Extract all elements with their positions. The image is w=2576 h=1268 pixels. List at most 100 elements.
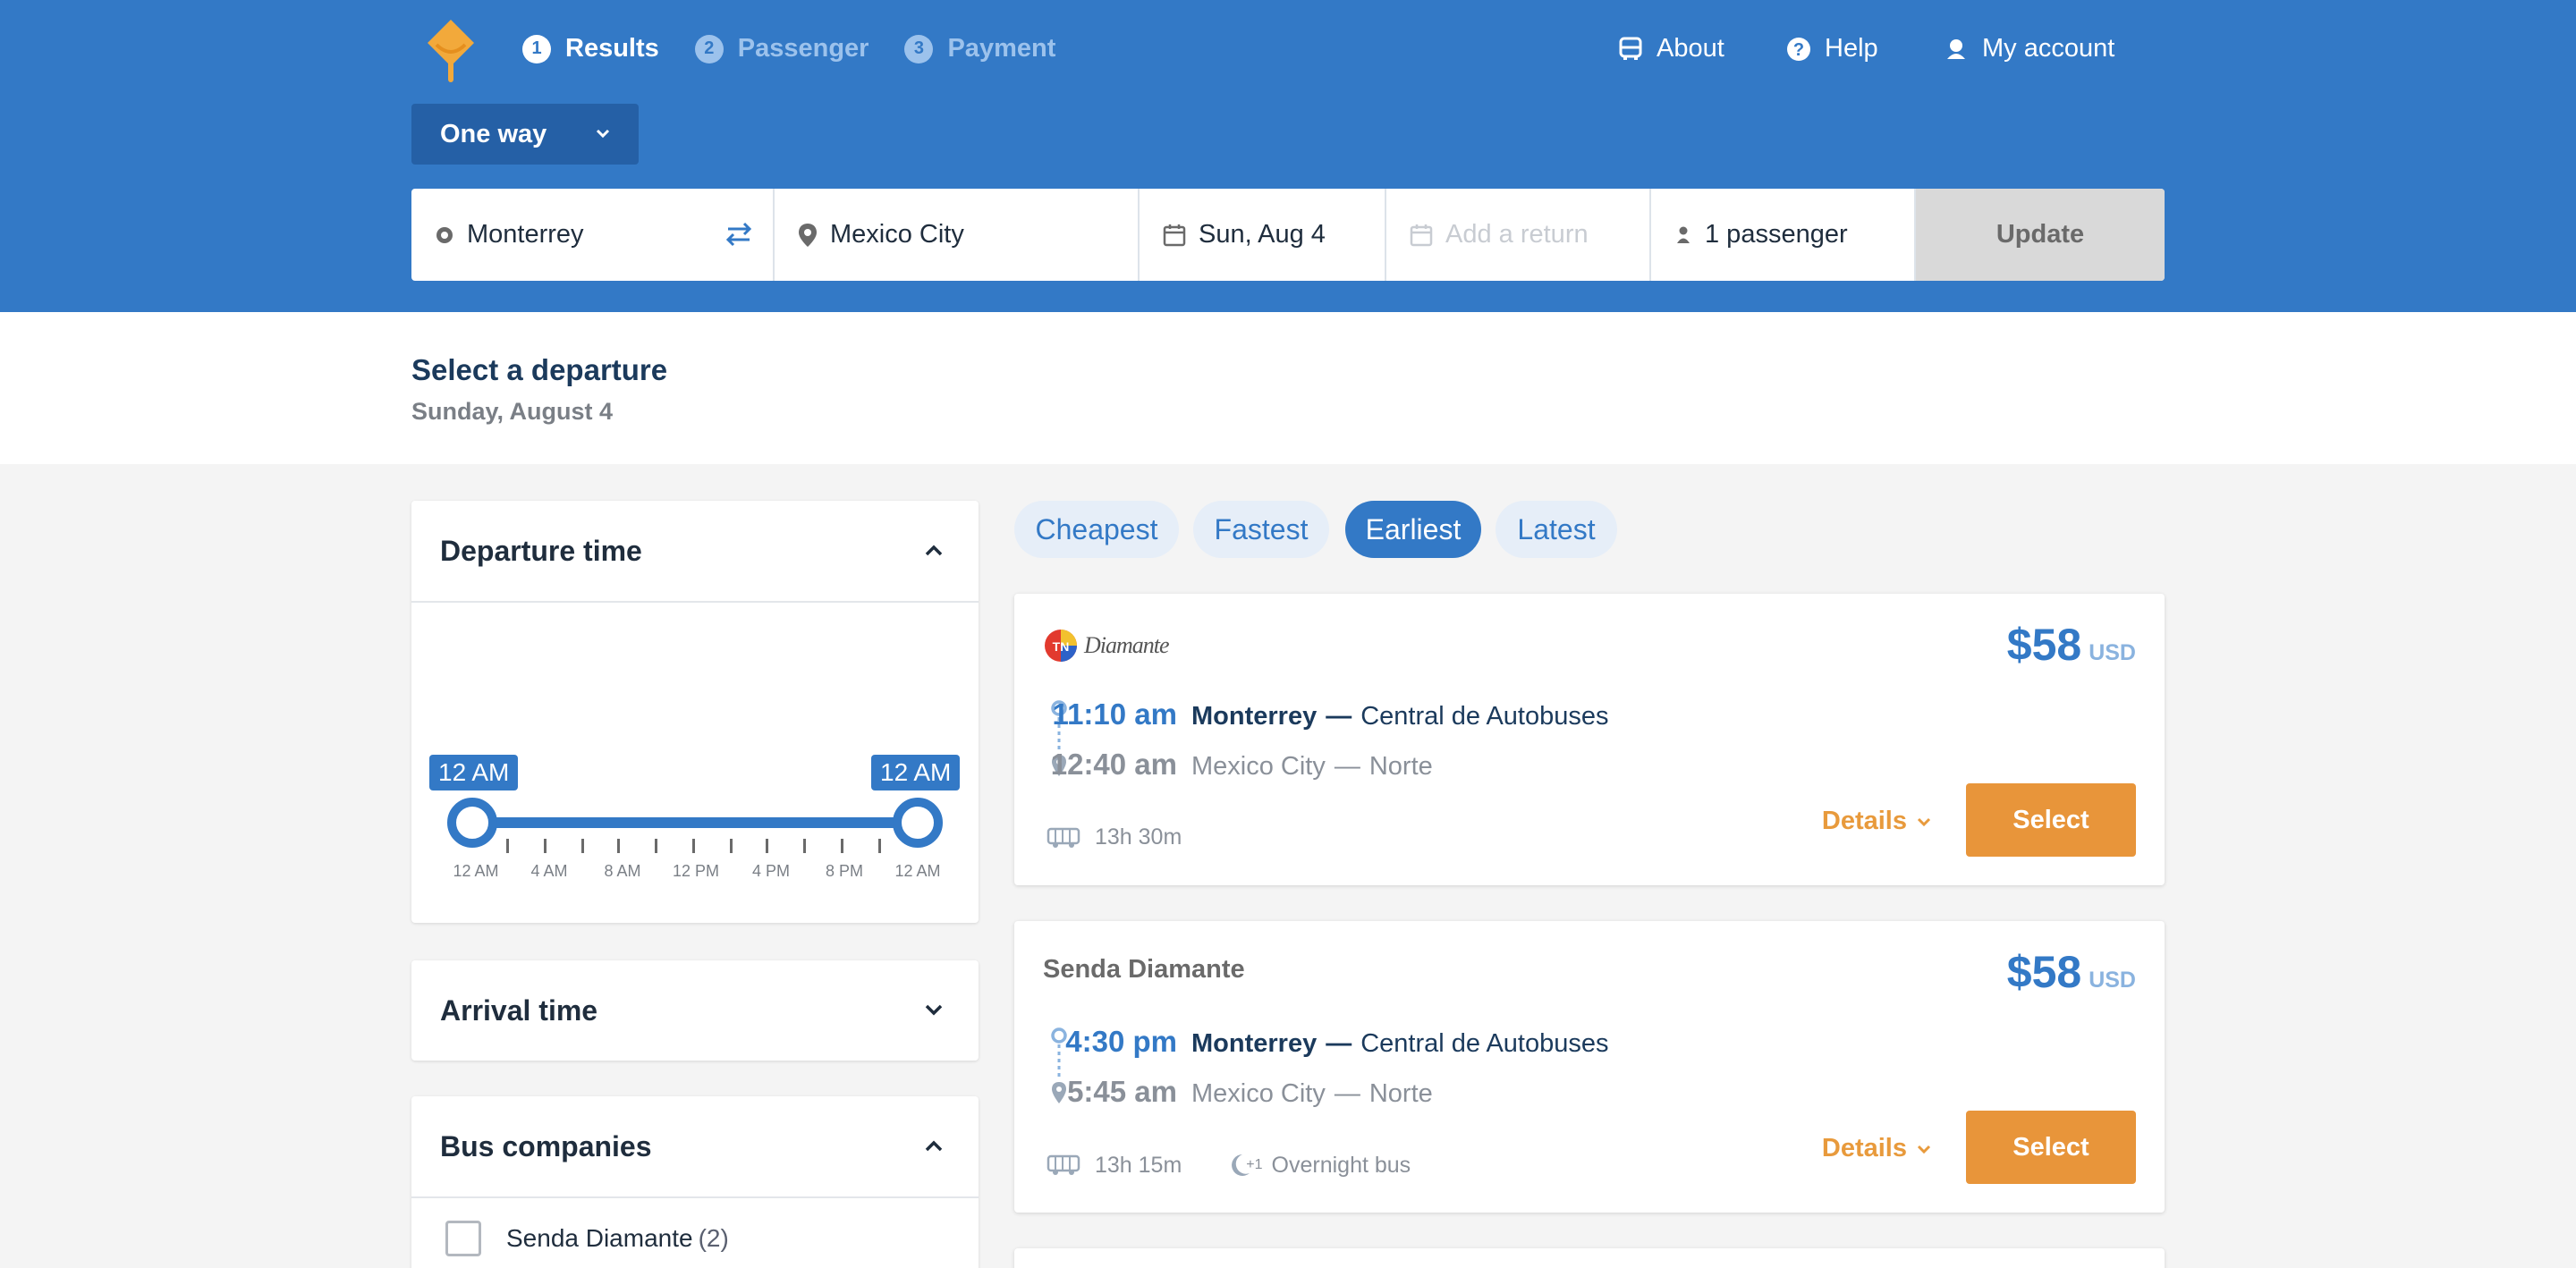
time-range-track[interactable]	[470, 817, 918, 828]
carrier-name: Senda Diamante	[1043, 955, 1245, 984]
trip-result-card: TN Diamante $58 USD 11:10 am Monterrey —…	[1014, 594, 2165, 885]
step-passenger: 2 Passenger	[694, 34, 869, 63]
checkout-steps: 1 Results 2 Passenger 3 Payment	[522, 34, 1091, 63]
histogram-bar	[809, 638, 844, 817]
axis-tick	[581, 839, 584, 853]
departure-time: 11:10 am	[1052, 697, 1177, 731]
update-button[interactable]: Update	[1916, 189, 2165, 281]
trip-duration: 13h 15m +1 Overnight bus	[1046, 1152, 1411, 1179]
arrival-terminal: Norte	[1368, 1079, 1433, 1108]
separator: —	[1334, 1079, 1360, 1108]
departure-terminal: Central de Autobuses	[1360, 1029, 1609, 1058]
results-subheader: Select a departure Sunday, August 4	[0, 312, 2576, 464]
chevron-down-icon	[1917, 817, 1931, 826]
price-amount: $58	[2006, 620, 2082, 670]
divider	[411, 601, 979, 603]
details-toggle[interactable]: Details	[1822, 807, 1932, 836]
user-icon	[1947, 38, 1965, 59]
return-date-placeholder: Add a return	[1445, 220, 1589, 249]
arrival-time-header[interactable]: Arrival time	[411, 960, 979, 1061]
overnight-day-offset: +1	[1246, 1157, 1263, 1172]
step-results: 1 Results	[522, 34, 659, 63]
sort-fastest[interactable]: Fastest	[1193, 501, 1329, 558]
axis-tick-label: 8 PM	[825, 862, 863, 880]
histogram-bar	[733, 758, 769, 817]
price-currency: USD	[2089, 640, 2136, 665]
arrival-row: 12:40 am Mexico City — Norte	[1043, 748, 1433, 782]
chevron-up-icon	[925, 545, 943, 556]
chevron-up-icon	[925, 1140, 943, 1152]
sort-latest[interactable]: Latest	[1496, 501, 1617, 558]
account-link[interactable]: My account	[1943, 34, 2114, 63]
trip-result-card	[1014, 1248, 2165, 1268]
origin-value: Monterrey	[467, 220, 584, 249]
select-button[interactable]: Select	[1966, 1111, 2136, 1184]
overnight-label: Overnight bus	[1271, 1152, 1411, 1178]
top-header: 1 Results 2 Passenger 3 Payment About ? …	[0, 0, 2576, 312]
axis-tick	[692, 839, 695, 853]
swap-icon[interactable]	[724, 221, 753, 248]
company-name: Senda Diamante	[506, 1224, 693, 1252]
details-label: Details	[1821, 807, 1907, 835]
arrival-time-filter[interactable]: Arrival time	[411, 960, 979, 1061]
departure-time-header[interactable]: Departure time	[411, 501, 979, 601]
histogram-bar	[771, 697, 807, 817]
departure-row: 11:10 am Monterrey — Central de Autobuse…	[1043, 697, 1609, 731]
return-date-field[interactable]: Add a return	[1386, 189, 1651, 281]
search-bar: Monterrey Mexico City Sun, Aug 4 Add a r…	[411, 189, 2165, 281]
range-max-handle[interactable]	[893, 798, 943, 848]
chevron-down-icon	[1917, 1145, 1931, 1154]
departure-date-field[interactable]: Sun, Aug 4	[1140, 189, 1386, 281]
step-label: Results	[565, 34, 659, 63]
departure-city: Monterrey	[1191, 1029, 1318, 1058]
company-checkbox[interactable]	[445, 1221, 481, 1256]
about-label: About	[1657, 34, 1724, 63]
filter-title: Arrival time	[440, 993, 598, 1027]
axis-tick	[655, 839, 657, 853]
arrival-time: 5:45 am	[1067, 1075, 1177, 1108]
departure-time: 4:30 pm	[1065, 1025, 1177, 1058]
departure-city: Monterrey	[1191, 702, 1318, 731]
calendar-icon	[1410, 224, 1433, 246]
axis-tick	[617, 839, 620, 853]
axis-tick	[506, 839, 509, 853]
origin-field[interactable]: Monterrey	[411, 189, 775, 281]
help-link[interactable]: ? Help	[1785, 34, 1878, 63]
location-pin-icon	[799, 223, 817, 247]
company-checkbox-row[interactable]: Senda Diamante (2)	[411, 1198, 979, 1268]
details-toggle[interactable]: Details	[1822, 1134, 1932, 1163]
axis-tick	[766, 839, 768, 853]
axis-tick	[878, 839, 881, 853]
range-max-label: 12 AM	[871, 755, 961, 790]
step-number: 3	[904, 34, 934, 63]
step-number: 2	[694, 34, 724, 63]
select-button[interactable]: Select	[1966, 783, 2136, 857]
bus-companies-header[interactable]: Bus companies	[411, 1096, 979, 1196]
axis-tick-label: 4 PM	[751, 862, 790, 880]
sort-earliest[interactable]: Earliest	[1345, 501, 1481, 558]
passengers-field[interactable]: 1 passenger	[1651, 189, 1916, 281]
departure-time-filter: Departure time 12 AM 12 AM 12 AM 4 AM 8 …	[411, 501, 979, 923]
departure-date-value: Sun, Aug 4	[1199, 220, 1326, 249]
carrier-emblem-icon: TN	[1045, 630, 1077, 662]
details-label: Details	[1821, 1134, 1907, 1162]
departure-terminal: Central de Autobuses	[1360, 702, 1609, 731]
arrival-city: Mexico City	[1191, 1079, 1326, 1108]
range-min-handle[interactable]	[447, 798, 497, 848]
calendar-icon	[1163, 224, 1186, 246]
passengers-value: 1 passenger	[1705, 220, 1848, 249]
logo-icon[interactable]	[424, 18, 478, 84]
chevron-down-icon	[596, 129, 610, 139]
sort-cheapest[interactable]: Cheapest	[1014, 501, 1179, 558]
axis-tick	[841, 839, 843, 853]
separator: —	[1334, 752, 1360, 781]
axis-tick-label: 12 PM	[672, 862, 720, 880]
step-label: Payment	[947, 34, 1056, 63]
destination-value: Mexico City	[830, 220, 964, 249]
help-label: Help	[1825, 34, 1878, 63]
destination-field[interactable]: Mexico City	[775, 189, 1140, 281]
about-link[interactable]: About	[1617, 34, 1724, 63]
bus-companies-filter: Bus companies Senda Diamante (2)	[411, 1096, 979, 1268]
bus-icon	[1046, 827, 1080, 848]
trip-type-select[interactable]: One way	[411, 104, 639, 165]
